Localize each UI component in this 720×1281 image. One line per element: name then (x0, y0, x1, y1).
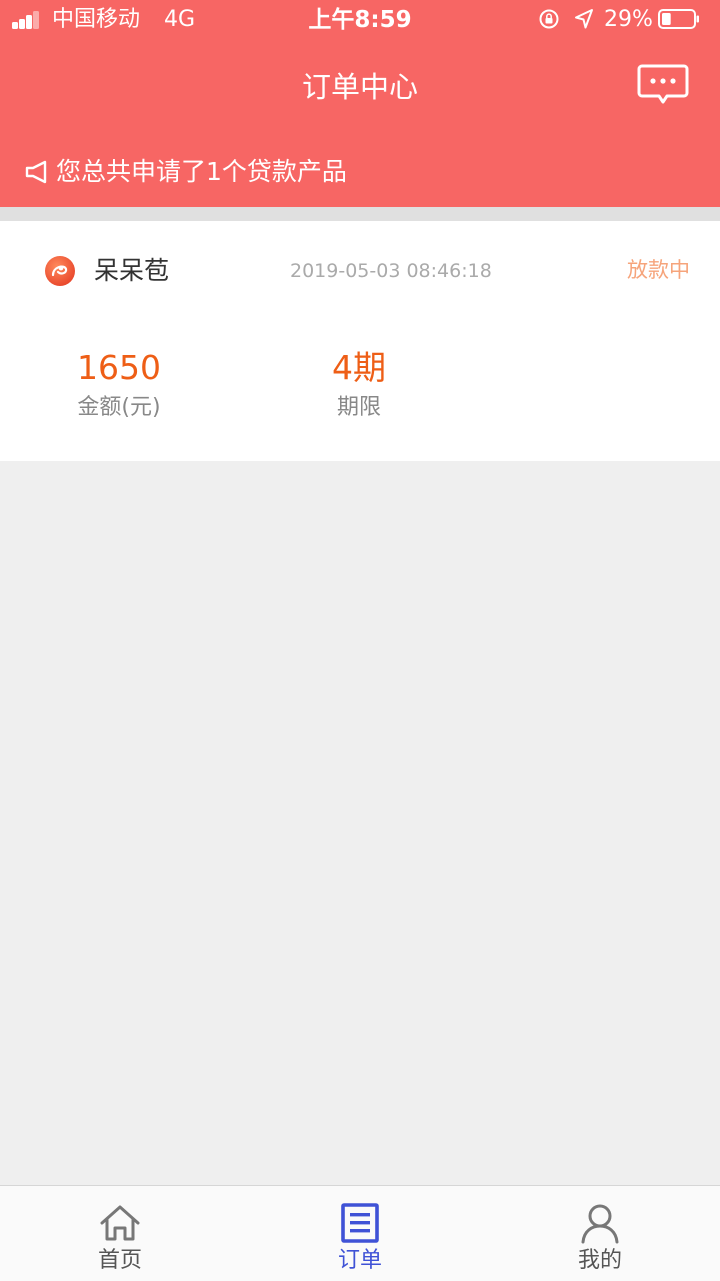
tab-orders[interactable]: 订单 (240, 1186, 480, 1281)
bottom-tab-bar: 首页 订单 我的 (0, 1185, 720, 1281)
tab-mine-label: 我的 (577, 1248, 622, 1273)
order-time: 2019-05-03 08:46:18 (290, 260, 492, 282)
product-name: 呆呆苞 (94, 256, 170, 285)
term-stat: 4期 期限 (259, 345, 459, 425)
amount-label: 金额(元) (77, 395, 161, 420)
term-label: 期限 (336, 395, 381, 420)
location-arrow-icon (575, 9, 593, 29)
amount-value: 1650 (77, 348, 161, 387)
section-divider (0, 207, 720, 221)
battery-percent: 29% (604, 7, 653, 32)
page-title: 订单中心 (301, 70, 418, 104)
order-card[interactable]: 呆呆苞 2019-05-03 08:46:18 放款中 1650 金额(元) 4… (0, 221, 720, 461)
order-list-icon (341, 1203, 379, 1243)
status-bar: 中国移动 4G 上午8:59 29% (0, 0, 720, 40)
tab-orders-label: 订单 (337, 1248, 382, 1273)
battery-icon (658, 9, 699, 29)
home-icon (100, 1205, 140, 1241)
notice-text: 您总共申请了1个贷款产品 (56, 157, 347, 186)
message-button[interactable] (636, 62, 690, 110)
order-status-badge: 放款中 (627, 258, 690, 282)
amount-stat: 1650 金额(元) (19, 345, 219, 425)
notice-bar: 您总共申请了1个贷款产品 (24, 152, 347, 192)
tab-home[interactable]: 首页 (0, 1186, 240, 1281)
chat-bubble-icon (637, 64, 689, 104)
tab-home-label: 首页 (97, 1248, 142, 1273)
header: 中国移动 4G 上午8:59 29% 订单中心 您总共申请了1个贷款产品 (0, 0, 720, 207)
megaphone-icon (25, 160, 47, 184)
product-logo-icon (45, 256, 75, 286)
term-value: 4期 (332, 348, 386, 387)
user-icon (581, 1204, 619, 1244)
tab-mine[interactable]: 我的 (480, 1186, 720, 1281)
rotation-lock-icon (539, 9, 559, 29)
